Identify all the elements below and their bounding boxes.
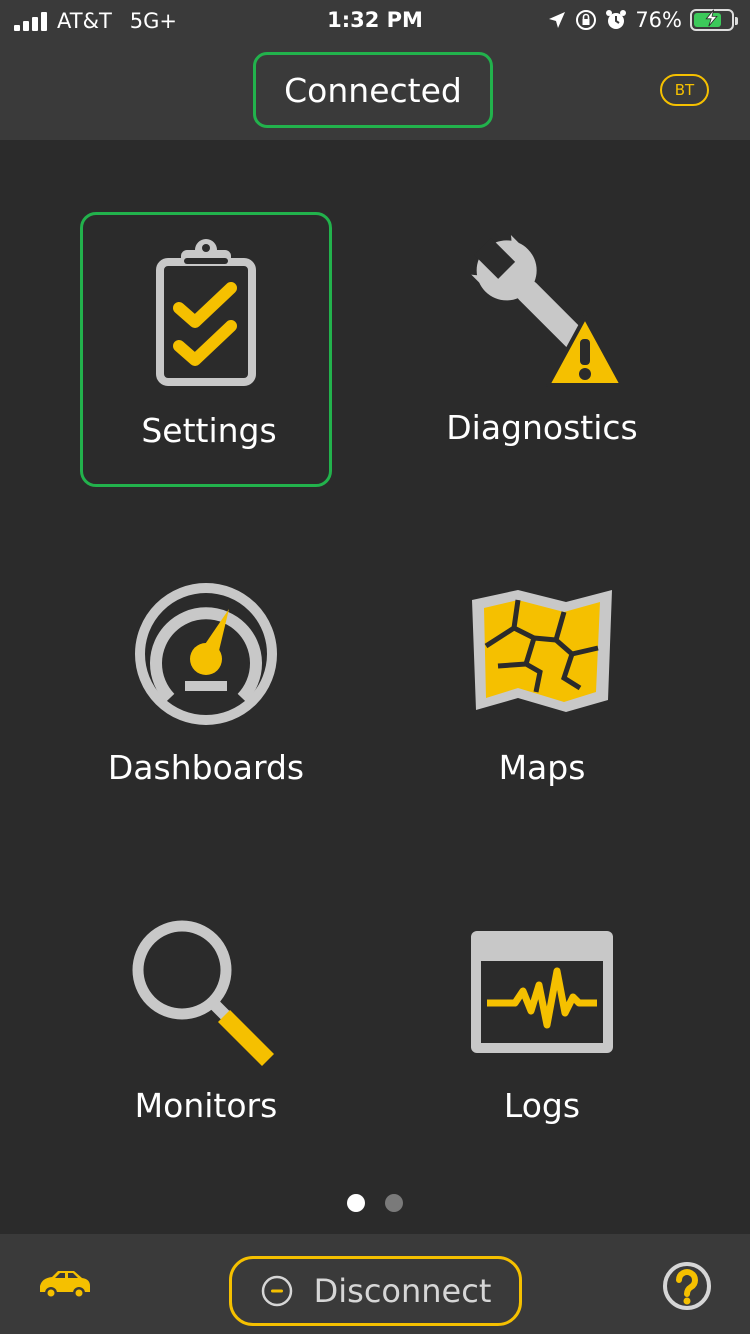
page-dot-1[interactable] [347,1194,365,1212]
menu-tile-logs[interactable]: Logs [416,890,668,1165]
wrench-warning-icon [416,210,668,410]
menu-label-dashboards: Dashboards [107,748,305,787]
disconnect-button[interactable]: Disconnect [229,1256,522,1326]
menu-label-maps: Maps [498,748,586,787]
menu-tile-diagnostics[interactable]: Diagnostics [416,212,668,487]
status-bar: AT&T 5G+ 1:32 PM 76% [0,0,750,40]
car-icon[interactable] [36,1270,92,1304]
status-right: 76% [547,7,738,33]
map-icon [416,552,668,752]
app-header: Connected BT [0,40,750,140]
page-dot-2[interactable] [385,1194,403,1212]
gauge-icon [80,554,332,754]
menu-tile-settings[interactable]: Settings [80,212,332,487]
battery-icon [690,9,738,31]
orientation-lock-icon [575,9,597,31]
menu-tile-dashboards[interactable]: Dashboards [80,552,332,827]
menu-label-settings: Settings [141,411,277,450]
alarm-icon [605,9,627,31]
location-icon [547,10,567,30]
help-icon[interactable] [662,1261,712,1315]
bluetooth-badge[interactable]: BT [660,74,709,106]
bottom-bar: Disconnect [0,1234,750,1334]
activity-log-icon [416,892,668,1092]
menu-tile-monitors[interactable]: Monitors [80,890,332,1165]
clipboard-check-icon [83,213,329,413]
menu-label-logs: Logs [503,1086,581,1125]
page-indicator [0,1194,750,1212]
magnifier-icon [80,894,332,1094]
menu-label-monitors: Monitors [134,1086,278,1125]
disconnect-label: Disconnect [313,1272,492,1310]
menu-tile-maps[interactable]: Maps [416,552,668,827]
battery-percent: 76% [635,8,682,32]
menu-label-diagnostics: Diagnostics [446,408,638,447]
connection-status-button[interactable]: Connected [253,52,493,128]
minus-circle-icon [260,1274,294,1308]
